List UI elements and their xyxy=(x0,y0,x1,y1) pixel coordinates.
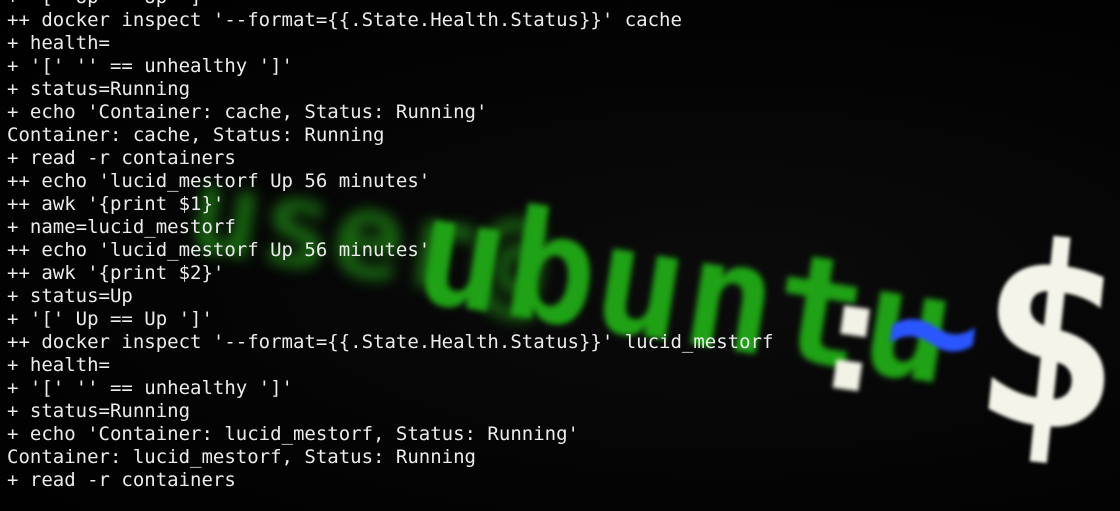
terminal-line: + health= xyxy=(7,354,110,376)
terminal-line: + '[' Up == Up ']' xyxy=(7,308,213,330)
terminal-line: ++ echo 'lucid_mestorf Up 56 minutes' xyxy=(7,170,431,192)
terminal-line: + read -r containers xyxy=(7,469,236,491)
terminal-line: + name=lucid_mestorf xyxy=(7,216,236,238)
terminal-line: + echo 'Container: lucid_mestorf, Status… xyxy=(7,423,579,445)
terminal-line: ++ echo 'lucid_mestorf Up 56 minutes' xyxy=(7,239,431,261)
terminal-line: ++ awk '{print $1}' xyxy=(7,193,225,215)
terminal-line: + read -r containers xyxy=(7,147,236,169)
terminal-line: ++ awk '{print $2}' xyxy=(7,262,225,284)
terminal-line: Container: lucid_mestorf, Status: Runnin… xyxy=(7,446,476,468)
terminal-line: + status=Running xyxy=(7,78,191,100)
prompt-dollar: $ xyxy=(960,186,1120,493)
terminal-line: + status=Running xyxy=(7,400,191,422)
terminal-line: + echo 'Container: cache, Status: Runnin… xyxy=(7,101,488,123)
terminal-line: + '[' '' == unhealthy ']' xyxy=(7,377,293,399)
prompt-tilde: ~ xyxy=(872,230,994,429)
terminal-line: + '[' Up == Up ']' xyxy=(7,0,773,9)
terminal-line: ++ docker inspect '--format={{.State.Hea… xyxy=(7,9,682,31)
terminal-screen: user@ ubuntu : ~ $ + '[' Up == Up ']'++ … xyxy=(0,0,1120,511)
terminal-line: + '[' '' == unhealthy ']' xyxy=(7,55,293,77)
terminal-line: + health= xyxy=(7,32,110,54)
terminal-line: ++ docker inspect '--format={{.State.Hea… xyxy=(7,331,774,353)
prompt-colon: : xyxy=(792,235,914,434)
terminal-line: Container: cache, Status: Running xyxy=(7,124,385,146)
terminal-output[interactable]: + '[' Up == Up ']'++ docker inspect '--f… xyxy=(7,0,773,492)
terminal-line: + status=Up xyxy=(7,285,133,307)
